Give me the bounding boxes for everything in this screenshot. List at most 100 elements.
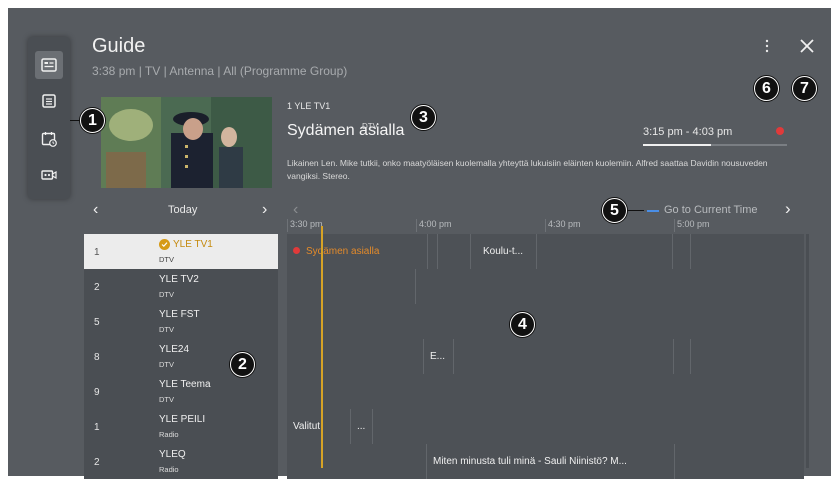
channel-name: YLE TV1	[173, 239, 213, 250]
channel-number: 8	[94, 352, 100, 363]
channel-type: Radio	[159, 465, 179, 474]
callout-2: 2	[230, 352, 255, 377]
callout-5: 5	[602, 198, 627, 223]
program-progress-bar	[643, 144, 787, 146]
program-cell[interactable]: ...	[351, 409, 373, 444]
next-day-button[interactable]: ›	[262, 201, 267, 219]
program-row	[287, 374, 804, 409]
time-tick	[287, 219, 288, 232]
time-mark: 3:30 pm	[290, 219, 323, 229]
program-title: Sydämen asialla	[287, 122, 405, 139]
screenshot-frame: Guide 3:38 pm | TV | Antenna | All (Prog…	[0, 0, 839, 479]
channel-type: DTV	[159, 325, 174, 334]
previous-day-button[interactable]: ‹	[93, 201, 98, 219]
next-time-button[interactable]: ›	[785, 199, 791, 219]
previous-time-button[interactable]: ‹	[293, 201, 298, 219]
go-to-current-time-button[interactable]: Go to Current Time	[664, 204, 758, 216]
channel-number: 1	[94, 247, 100, 258]
callout-4: 4	[510, 312, 535, 337]
channel-type: DTV	[159, 290, 174, 299]
channel-name: YLE PEILI	[159, 414, 206, 425]
day-label: Today	[168, 204, 198, 216]
program-cell-title: Sydämen asialla	[306, 246, 380, 257]
channel-type: DTV	[159, 395, 174, 404]
program-cell[interactable]	[674, 339, 691, 374]
program-cell[interactable]	[428, 234, 438, 269]
channel-name: YLE TV2	[159, 274, 199, 285]
program-cell[interactable]	[287, 339, 424, 374]
current-time-line	[321, 226, 323, 468]
channel-name: YLE Teema	[159, 379, 211, 390]
channel-name: YLE FST	[159, 309, 200, 320]
program-cell-title: Koulu-t...	[483, 246, 524, 257]
program-cell[interactable]	[673, 234, 691, 269]
time-tick	[674, 219, 675, 232]
program-cell[interactable]	[537, 234, 673, 269]
callout-7: 7	[792, 76, 817, 101]
more-vertical-icon[interactable]	[758, 36, 776, 56]
channel-number: 5	[94, 317, 100, 328]
program-description: Likainen Len. Mike tutkii, onko maatyölä…	[287, 158, 768, 181]
sidebar	[28, 37, 70, 199]
time-tick	[416, 219, 417, 232]
channel-name: YLE24	[159, 344, 190, 355]
callout-leader	[70, 120, 80, 121]
program-cell-title: E...	[430, 351, 446, 362]
program-cell[interactable]: Miten minusta tuli minä - Sauli Niinistö…	[427, 444, 675, 479]
program-cell-title: Valitut	[293, 421, 321, 432]
page-title: Guide	[92, 35, 146, 57]
time-mark: 4:30 pm	[548, 219, 581, 229]
page-subtitle: 3:38 pm | TV | Antenna | All (Programme …	[92, 64, 348, 78]
program-cell[interactable]	[287, 269, 416, 304]
time-mark: 5:00 pm	[677, 219, 710, 229]
grid-scroll-edge[interactable]	[806, 234, 809, 468]
program-cell[interactable]	[287, 444, 427, 479]
program-cell[interactable]	[438, 234, 471, 269]
callout-6: 6	[754, 76, 779, 101]
program-row: Valitut ...	[287, 409, 804, 444]
record-indicator-icon	[293, 247, 300, 254]
record-indicator-icon	[776, 127, 784, 135]
program-row	[287, 269, 804, 304]
close-icon[interactable]	[797, 36, 817, 56]
channel-type: Radio	[159, 430, 179, 439]
program-row: Miten minusta tuli minä - Sauli Niinistö…	[287, 444, 804, 479]
channel-number: 1	[94, 422, 100, 433]
channel-type: DTV	[159, 255, 174, 264]
program-progress-fill	[643, 144, 711, 146]
check-icon	[159, 239, 170, 250]
program-cell[interactable]	[454, 339, 674, 374]
channel-number: 2	[94, 282, 100, 293]
program-row: Sydämen asialla Koulu-t...	[287, 234, 804, 269]
program-cell[interactable]: Valitut	[287, 409, 351, 444]
channel-row[interactable]: 9 YLE Teema DTV	[84, 374, 278, 409]
callout-leader	[626, 210, 644, 211]
channel-name: YLE TV1	[294, 101, 331, 111]
program-cell[interactable]: Koulu-t...	[477, 234, 537, 269]
list-icon[interactable]	[35, 87, 63, 115]
program-row: E...	[287, 339, 804, 374]
program-time: 3:15 pm - 4:03 pm	[643, 126, 733, 138]
channel-row[interactable]: 1 YLE PEILI Radio	[84, 409, 278, 444]
schedule-icon[interactable]	[35, 125, 63, 153]
channel-row[interactable]: 2 YLEQ Radio	[84, 444, 278, 479]
channel-number: 2	[94, 457, 100, 468]
channel-number: 1	[287, 101, 293, 111]
guide-icon[interactable]	[35, 51, 63, 79]
callout-3: 3	[411, 105, 436, 130]
callout-1: 1	[80, 108, 105, 133]
channel-type: DTV	[159, 360, 174, 369]
program-cell-title: ...	[357, 421, 366, 432]
current-channel-line: DTV 1 YLE TV1	[287, 101, 378, 131]
channel-row[interactable]: 1 YLE TV1 DTV	[84, 234, 278, 269]
channel-preview[interactable]	[101, 97, 272, 188]
recordings-icon[interactable]	[35, 161, 63, 189]
channel-row[interactable]: 2 YLE TV2 DTV	[84, 269, 278, 304]
channel-number: 9	[94, 387, 100, 398]
time-mark: 4:00 pm	[419, 219, 452, 229]
program-cell[interactable]: Sydämen asialla	[287, 234, 428, 269]
program-cell[interactable]: E...	[424, 339, 454, 374]
channel-row[interactable]: 5 YLE FST DTV	[84, 304, 278, 339]
program-row	[287, 304, 804, 339]
channel-name: YLEQ	[159, 449, 186, 460]
